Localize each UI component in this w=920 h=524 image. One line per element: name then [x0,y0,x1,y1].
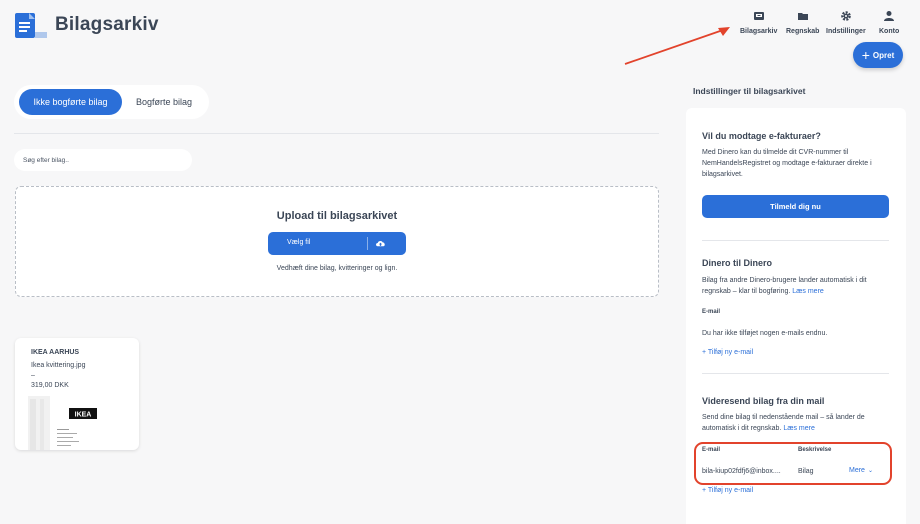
voucher-title: IKEA AARHUS [31,349,80,356]
annotation-highlight [694,442,892,485]
forward-text: Send dine bilag til nedenstående mail – … [702,412,892,434]
tab-unposted[interactable]: Ikke bogførte bilag [19,89,122,115]
voucher-amount: 319,00 DKK [31,382,69,389]
choose-file-button[interactable]: Vælg fil [268,232,406,255]
create-button-label: Opret [872,50,895,60]
dinero-text: Bilag fra andre Dinero-brugere lander au… [702,275,892,297]
col-header-email: E-mail [702,447,721,453]
col-header-description: Beskrivelse [798,447,832,453]
user-icon [884,11,895,21]
forward-title: Videresend bilag fra din mail [702,396,825,406]
efaktura-title: Vil du modtage e-fakturaer? [702,131,821,141]
divider [702,240,889,241]
dinero-description: Bilag fra andre Dinero-brugere lander au… [702,277,867,295]
tab-posted[interactable]: Bogførte bilag [124,89,204,115]
divider [702,373,889,374]
forward-email-value[interactable]: bila-kiup02fdfj6@inbox.... [702,468,781,475]
archive-logo-icon [15,13,47,38]
folder-icon [797,13,808,20]
settings-heading: Indstillinger til bilagsarkivet [693,86,806,96]
nav-item-regnskab[interactable]: Regnskab [786,10,819,35]
chevron-down-icon: ⌄ [867,468,873,474]
read-more-link[interactable]: Læs mere [792,288,824,295]
dinero-empty-text: Du har ikke tilføjet nogen e-mails endnu… [702,330,828,337]
button-separator [367,237,368,250]
receipt-thumbnail: IKEA [28,396,124,450]
dinero-add-email-link[interactable]: + Tilføj ny e-mail [702,349,753,356]
dinero-email-label: E-mail [702,309,721,315]
search-input[interactable] [14,149,192,171]
archive-icon [753,12,764,20]
nav-label: Regnskab [786,28,820,35]
nav-item-konto[interactable]: Konto [879,10,899,35]
more-dropdown[interactable]: Mere ⌄ [849,467,873,474]
create-button[interactable]: + Opret [853,42,903,68]
nav-label: Bilagsarkiv [740,28,778,35]
gear-icon [841,11,851,21]
forward-add-email-link[interactable]: + Tilføj ny e-mail [702,487,753,494]
dinero-title: Dinero til Dinero [702,258,773,268]
more-label: Mere [849,467,865,474]
plus-icon: + [861,46,870,63]
upload-title: Upload til bilagsarkivet [276,210,398,222]
signup-button[interactable]: Tilmeld dig nu [702,195,889,218]
read-more-link[interactable]: Læs mere [783,425,815,432]
receipt-logo-text: IKEA [75,412,92,419]
efaktura-text: Med Dinero kan du tilmelde dit CVR-numme… [702,149,872,178]
nav-label: Indstillinger [826,28,866,35]
nav-item-bilagsarkiv[interactable]: Bilagsarkiv [740,10,777,35]
nav-item-indstillinger[interactable]: Indstillinger [826,10,866,35]
annotation-arrow [624,27,730,65]
voucher-filename: Ikea kvittering.jpg [31,362,86,369]
forward-description-value: Bilag [798,468,814,475]
voucher-separator: – [31,372,35,379]
cloud-upload-icon [376,241,385,247]
nav-label: Konto [879,28,900,35]
upload-hint: Vedhæft dine bilag, kvitteringer og lign… [276,265,398,272]
page-title: Bilagsarkiv [55,14,159,35]
divider [14,133,659,134]
choose-file-label: Vælg fil [287,239,311,246]
